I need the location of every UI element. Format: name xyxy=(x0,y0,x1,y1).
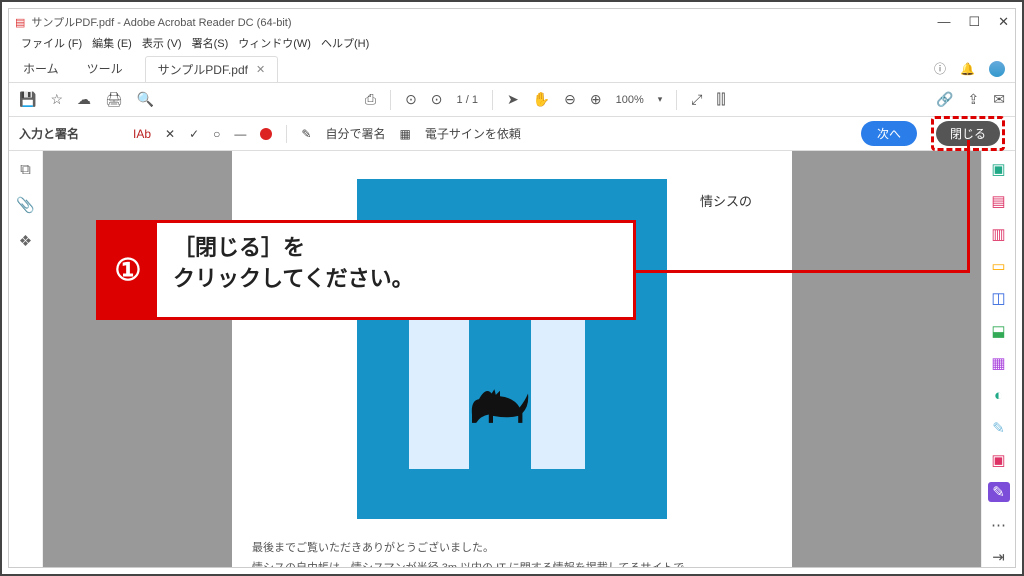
zoom-level[interactable]: 100% xyxy=(616,94,644,106)
callout-connector xyxy=(967,140,970,273)
menu-help[interactable]: ヘルプ(H) xyxy=(317,35,373,55)
snapshot-icon[interactable]: ⎙ xyxy=(365,91,376,108)
x-mark-tool[interactable]: ✕ xyxy=(165,127,175,141)
minimize-button[interactable]: — xyxy=(937,14,950,30)
self-sign-button[interactable]: 自分で署名 xyxy=(325,125,385,142)
check-tool[interactable]: ✓ xyxy=(189,127,199,141)
callout-number: ① xyxy=(99,223,157,317)
menu-window[interactable]: ウィンドウ(W) xyxy=(234,35,315,55)
tool-measure[interactable]: ✎ xyxy=(988,418,1010,438)
page-down-icon[interactable]: ⊙ xyxy=(431,91,443,108)
maximize-button[interactable]: ☐ xyxy=(968,14,980,30)
page-total: 1 xyxy=(472,94,478,106)
document-canvas[interactable]: 情シスの 最後までご覧いただきありがとうございました。 情シスの自由帳は、情シス… xyxy=(43,151,981,567)
dot-tool[interactable] xyxy=(260,128,272,140)
avatar[interactable] xyxy=(989,61,1005,77)
doc-icon: ▦ xyxy=(399,127,410,141)
layers-icon[interactable]: ❖ xyxy=(19,232,32,250)
tab-document[interactable]: サンプルPDF.pdf ✕ xyxy=(145,56,279,82)
fit-icon[interactable]: ⤢ xyxy=(691,91,702,108)
tab-document-label: サンプルPDF.pdf xyxy=(158,61,248,78)
print-icon[interactable]: 🖨 xyxy=(105,91,123,108)
body-line1: 最後までご覧いただきありがとうございました。 xyxy=(252,539,772,559)
pdf-icon: ▤ xyxy=(15,16,25,29)
text-tool[interactable]: IAb xyxy=(133,127,151,141)
share-icon[interactable]: ⇪ xyxy=(968,91,980,108)
callout-connector xyxy=(636,270,970,273)
tool-edit[interactable]: ▥ xyxy=(988,224,1010,244)
left-rail: ⧉ 📎 ❖ xyxy=(9,151,43,567)
tool-comment[interactable]: ▭ xyxy=(988,256,1010,276)
read-mode-icon[interactable]: ⫿⫿ xyxy=(716,91,725,108)
pen-icon: ✎ xyxy=(301,127,311,141)
pdf-page: 情シスの 最後までご覧いただきありがとうございました。 情シスの自由帳は、情シス… xyxy=(232,151,792,567)
window-titlebar: ▤ サンプルPDF.pdf - Adobe Acrobat Reader DC … xyxy=(9,9,1015,35)
help-icon[interactable]: ⓘ xyxy=(934,60,946,77)
page-up-icon[interactable]: ⊙ xyxy=(405,91,417,108)
attachments-icon[interactable]: 📎 xyxy=(16,196,35,214)
bell-icon[interactable]: 🔔 xyxy=(960,62,975,76)
tool-fillsign-active[interactable]: ✎ xyxy=(988,482,1010,502)
line-tool[interactable]: — xyxy=(234,127,246,141)
close-window-button[interactable]: ✕ xyxy=(998,14,1009,30)
page-current[interactable]: 1 xyxy=(457,94,463,106)
cloud-icon[interactable]: ☁ xyxy=(77,91,91,108)
fill-sign-bar: 入力と署名 IAb ✕ ✓ ○ — ✎ 自分で署名 ▦ 電子サインを依頼 次へ … xyxy=(9,117,1015,151)
request-sign-button[interactable]: 電子サインを依頼 xyxy=(425,125,521,142)
menu-edit[interactable]: 編集 (E) xyxy=(88,35,136,55)
next-button[interactable]: 次へ xyxy=(861,121,917,146)
tool-collapse[interactable]: ⇥ xyxy=(988,547,1010,567)
tool-stamp[interactable]: ▣ xyxy=(988,450,1010,470)
thumbnails-icon[interactable]: ⧉ xyxy=(20,161,31,178)
link-icon[interactable]: 🔗 xyxy=(936,91,953,108)
star-icon[interactable]: ☆ xyxy=(50,91,63,108)
tab-close-icon[interactable]: ✕ xyxy=(256,63,265,76)
tool-redact[interactable]: ▦ xyxy=(988,353,1010,373)
tool-export[interactable]: ▤ xyxy=(988,191,1010,211)
tab-tools[interactable]: ツール xyxy=(73,60,137,77)
instruction-callout: ① ［閉じる］をクリックしてください。 xyxy=(96,220,636,320)
josys-text: 情シスの xyxy=(700,191,752,210)
tab-strip: ホーム ツール サンプルPDF.pdf ✕ ⓘ 🔔 xyxy=(9,55,1015,83)
tool-more[interactable]: ⋯ xyxy=(988,514,1010,534)
tool-protect[interactable]: ◐ xyxy=(988,385,1010,405)
body-line2: 情シスの自由帳は、情シスマンが半径 3m 以内の IT に関する情報を掲載してる… xyxy=(252,559,772,567)
search-icon[interactable]: 🔍 xyxy=(137,91,154,108)
save-icon[interactable]: 💾 xyxy=(19,91,36,108)
menu-view[interactable]: 表示 (V) xyxy=(138,35,186,55)
menu-sign[interactable]: 署名(S) xyxy=(188,35,233,55)
menubar: ファイル (F) 編集 (E) 表示 (V) 署名(S) ウィンドウ(W) ヘル… xyxy=(9,35,1015,55)
callout-text: ［閉じる］をクリックしてください。 xyxy=(157,223,633,317)
fill-sign-title: 入力と署名 xyxy=(19,125,79,142)
mail-icon[interactable]: ✉ xyxy=(993,91,1005,108)
tool-create[interactable]: ▣ xyxy=(988,159,1010,179)
zoom-out-icon[interactable]: ⊖ xyxy=(564,91,576,108)
tool-compress[interactable]: ⬓ xyxy=(988,321,1010,341)
hand-icon[interactable]: ✋ xyxy=(533,91,550,108)
cat-icon xyxy=(465,379,535,429)
tab-home[interactable]: ホーム xyxy=(9,60,73,77)
zoom-in-icon[interactable]: ⊕ xyxy=(590,91,602,108)
menu-file[interactable]: ファイル (F) xyxy=(17,35,86,55)
main-toolbar: 💾 ☆ ☁ 🖨 🔍 ⎙ ⊙ ⊙ 1 / 1 ➤ ✋ ⊖ ⊕ 100%▾ ⤢ ⫿⫿… xyxy=(9,83,1015,117)
tool-organize[interactable]: ◫ xyxy=(988,288,1010,308)
select-icon[interactable]: ➤ xyxy=(507,91,519,108)
circle-tool[interactable]: ○ xyxy=(213,127,220,141)
window-title: サンプルPDF.pdf - Adobe Acrobat Reader DC (6… xyxy=(31,14,291,30)
right-rail: ▣ ▤ ▥ ▭ ◫ ⬓ ▦ ◐ ✎ ▣ ✎ ⋯ ⇥ xyxy=(981,151,1015,567)
